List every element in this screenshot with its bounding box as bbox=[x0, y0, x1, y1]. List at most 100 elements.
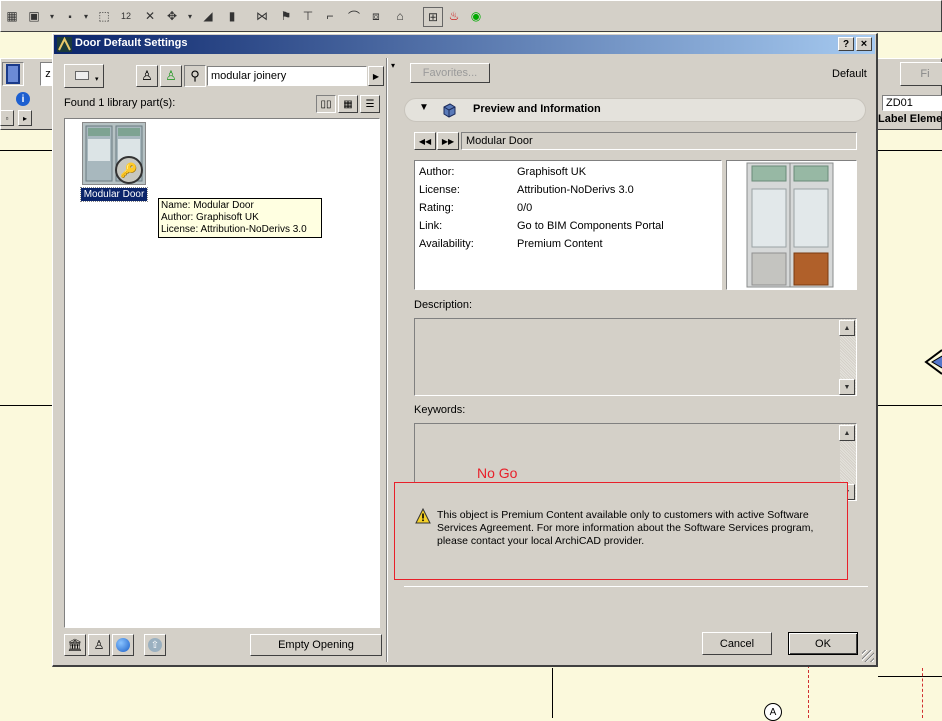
close-button[interactable]: × bbox=[856, 37, 872, 51]
info-icon[interactable]: i bbox=[16, 92, 30, 106]
info-row-rating: Rating: 0/0 bbox=[419, 199, 719, 217]
scroll-down-icon[interactable]: ▼ bbox=[839, 379, 855, 395]
layer-combo-icon[interactable]: ▣ bbox=[25, 7, 43, 25]
pane-collapse-arrow[interactable]: ▾ bbox=[391, 61, 395, 70]
library-list[interactable]: 🔑 Modular Door Name: Modular Door Author… bbox=[64, 118, 380, 628]
dialog-title: Door Default Settings bbox=[75, 37, 188, 49]
preview-section-header[interactable]: ▼ Preview and Information bbox=[404, 98, 866, 122]
library-item-tooltip: Name: Modular Door Author: Graphisoft UK… bbox=[158, 198, 322, 238]
door-symbol-icon bbox=[920, 348, 942, 376]
dropdown-arrow-icon[interactable]: ▾ bbox=[181, 7, 199, 25]
globe-button[interactable] bbox=[112, 634, 134, 656]
info-row-author: Author: Graphisoft UK bbox=[419, 163, 719, 181]
drawing-dashed-line bbox=[922, 668, 923, 718]
warning-line: This object is Premium Content available… bbox=[437, 509, 809, 521]
next-item-button[interactable]: ▶▶ bbox=[437, 132, 459, 150]
flag-icon[interactable]: ⚑ bbox=[277, 7, 295, 25]
help-button[interactable]: ? bbox=[838, 37, 854, 51]
snap-icon[interactable]: ⊞ bbox=[423, 7, 443, 27]
info-value: Attribution-NoDerivs 3.0 bbox=[517, 184, 634, 196]
drawing-dashed-line bbox=[808, 660, 809, 718]
ok-button[interactable]: OK bbox=[788, 632, 858, 655]
magic-wand-icon[interactable]: ♨ bbox=[445, 7, 463, 25]
info-key: License: bbox=[419, 184, 460, 196]
info-key: Rating: bbox=[419, 202, 454, 214]
fi-button[interactable]: Fi bbox=[900, 62, 942, 86]
scroll-up-icon[interactable]: ▲ bbox=[839, 320, 855, 336]
cross-icon[interactable]: ✕ bbox=[141, 7, 159, 25]
tooltip-author: Author: Graphisoft UK bbox=[161, 212, 259, 223]
info-row-link: Link: Go to BIM Components Portal bbox=[419, 217, 719, 235]
bottom-separator bbox=[404, 586, 868, 587]
archicad-logo-icon bbox=[57, 36, 72, 52]
cancel-button[interactable]: Cancel bbox=[702, 632, 772, 655]
item-name-field: Modular Door bbox=[461, 132, 857, 150]
upload-button[interactable]: ⇧ bbox=[144, 634, 166, 656]
add-object-button[interactable]: ♙ bbox=[88, 634, 110, 656]
tooltip-license: License: Attribution-NoDerivs 3.0 bbox=[161, 224, 307, 235]
select-icon[interactable]: ⬚ bbox=[95, 7, 113, 25]
green-filter-button[interactable]: ♙ bbox=[160, 65, 182, 87]
group-icon[interactable]: ⧈ bbox=[367, 7, 385, 25]
dimension-icon[interactable]: 12 bbox=[117, 7, 135, 25]
key-lock-icon: 🔑 bbox=[115, 156, 143, 184]
view-mode-button[interactable]: ▾ bbox=[64, 64, 104, 88]
library-item-label[interactable]: Modular Door bbox=[80, 187, 148, 202]
slab-icon[interactable]: ◢ bbox=[199, 7, 217, 25]
info-value: Premium Content bbox=[517, 238, 603, 250]
collapse-triangle-icon: ▼ bbox=[419, 102, 429, 113]
grid-marker: A bbox=[764, 703, 782, 721]
preview-image bbox=[726, 160, 857, 290]
drawing-line bbox=[876, 405, 942, 406]
main-toolbar: ▦ ▣ ▾ ⬝ ▾ ⬚ 12 ✕ ✥ ▾ ◢ ▮ ⋈ ⚑ ⊤ ⌐ ⌒ ⧈ ⌂ ⊞… bbox=[0, 0, 942, 32]
arc-icon[interactable]: ⌒ bbox=[345, 7, 363, 25]
corner-icon[interactable]: ⌐ bbox=[321, 7, 339, 25]
bim-portal-link[interactable]: Go to BIM Components Portal bbox=[517, 217, 664, 235]
drawing-line bbox=[878, 676, 942, 677]
drawing-line bbox=[0, 405, 60, 406]
search-input[interactable]: modular joinery bbox=[207, 66, 367, 86]
previous-item-button[interactable]: ◀◀ bbox=[414, 132, 436, 150]
elevate-icon[interactable]: ⊤ bbox=[299, 7, 317, 25]
drag-icon[interactable]: ✥ bbox=[163, 7, 181, 25]
favorites-button[interactable]: Favorites... bbox=[410, 63, 490, 83]
scroll-up-icon[interactable]: ▲ bbox=[839, 425, 855, 441]
info-key: Author: bbox=[419, 166, 455, 178]
trim-icon[interactable]: ⋈ bbox=[253, 7, 271, 25]
empty-opening-button[interactable]: Empty Opening bbox=[250, 634, 382, 656]
zone-field[interactable]: ZD01 bbox=[882, 95, 942, 111]
keywords-label: Keywords: bbox=[414, 404, 466, 416]
preview-section-title: Preview and Information bbox=[473, 103, 601, 115]
found-count-text: Found 1 library part(s): bbox=[64, 97, 176, 109]
warning-triangle-icon bbox=[415, 507, 431, 524]
globe-icon bbox=[116, 638, 130, 652]
list-view-button[interactable]: ☰ bbox=[360, 95, 380, 113]
search-go-button[interactable]: ▶ bbox=[368, 66, 384, 86]
door-tool-icon[interactable] bbox=[2, 62, 24, 86]
box-3d-icon bbox=[441, 102, 457, 118]
house-icon[interactable]: ⌂ bbox=[391, 7, 409, 25]
small-toggle[interactable]: ▫ bbox=[0, 110, 14, 126]
description-box: ▲ ▼ bbox=[414, 318, 857, 396]
warning-line: please contact your local ArchiCAD provi… bbox=[437, 535, 645, 547]
chair-filter-button[interactable]: ♙ bbox=[136, 65, 158, 87]
annotation-text: No Go bbox=[477, 465, 518, 481]
search-icon[interactable]: ⚲ bbox=[184, 65, 206, 87]
warning-line: Services Agreement. For more information… bbox=[437, 522, 814, 534]
info-row-availability: Availability: Premium Content bbox=[419, 235, 719, 253]
drawing-line bbox=[552, 668, 553, 718]
target-icon[interactable]: ◉ bbox=[467, 7, 485, 25]
dialog-titlebar[interactable]: Door Default Settings ? × bbox=[54, 35, 875, 54]
large-icons-view-button[interactable]: ▯▯ bbox=[316, 95, 336, 113]
wall-icon[interactable]: ▮ bbox=[223, 7, 241, 25]
small-icons-view-button[interactable]: ▦ bbox=[338, 95, 358, 113]
upload-icon: ⇧ bbox=[148, 638, 162, 652]
layer-icon[interactable]: ▦ bbox=[3, 7, 21, 25]
resize-grip-icon[interactable] bbox=[862, 650, 874, 662]
dropdown-arrow-icon[interactable]: ▾ bbox=[77, 7, 95, 25]
label-element-text: Label Elemen bbox=[878, 113, 942, 125]
info-key: Link: bbox=[419, 220, 443, 232]
library-manager-button[interactable]: 🏛 bbox=[64, 634, 86, 656]
dropdown-arrow-icon[interactable]: ▾ bbox=[43, 7, 61, 25]
expand-arrow[interactable]: ▸ bbox=[18, 110, 32, 126]
